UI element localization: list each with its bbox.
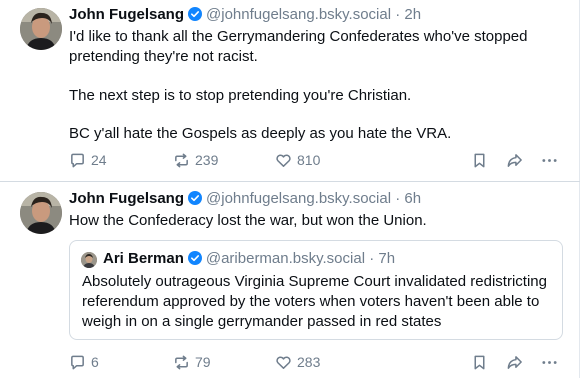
post-time[interactable]: 2h [404, 6, 421, 23]
like-icon [276, 355, 291, 369]
repost-count: 239 [195, 152, 219, 168]
more-options-button[interactable] [541, 352, 563, 372]
author-handle[interactable]: @johnfugelsang.bsky.social [206, 190, 391, 207]
author-name[interactable]: John Fugelsang [69, 190, 184, 207]
post-header: John Fugelsang @johnfugelsang.bsky.social… [69, 189, 421, 209]
post-actions: 6 79 283 [69, 352, 569, 372]
share-icon [507, 153, 522, 167]
separator: · [369, 250, 375, 267]
quote-time[interactable]: 7h [378, 250, 395, 267]
separator: · [395, 6, 401, 23]
bookmark-button[interactable] [471, 150, 493, 170]
post-text-paragraph: How the Confederacy lost the war, but wo… [69, 212, 427, 229]
verified-icon [187, 251, 202, 265]
like-button[interactable]: 810 [275, 150, 320, 170]
repost-icon [175, 153, 188, 167]
more-icon [542, 158, 557, 162]
quote-header: Ari Berman @ariberman.bsky.social · 7h [103, 249, 395, 269]
quote-author-name[interactable]: Ari Berman [103, 250, 184, 267]
like-count: 283 [297, 354, 321, 370]
like-icon [276, 153, 291, 167]
quote-text: Absolutely outrageous Virginia Supreme C… [82, 273, 547, 330]
post-text-paragraph: BC y'all hate the Gospels as deeply as y… [69, 125, 452, 142]
post-time[interactable]: 6h [404, 190, 421, 207]
feed-post[interactable]: John Fugelsang @johnfugelsang.bsky.social… [0, 182, 580, 378]
verified-icon [188, 191, 203, 205]
like-button[interactable]: 283 [275, 352, 320, 372]
post-header: John Fugelsang @johnfugelsang.bsky.social… [69, 5, 421, 25]
share-icon [507, 355, 522, 369]
share-button[interactable] [506, 352, 528, 372]
like-count: 810 [297, 152, 321, 168]
post-text-paragraph: I'd like to thank all the Gerrymandering… [69, 28, 528, 65]
more-icon [542, 360, 557, 364]
quote-avatar [81, 252, 97, 268]
repost-icon [175, 355, 188, 369]
reply-count: 6 [91, 354, 99, 370]
reply-count: 24 [91, 152, 107, 168]
share-button[interactable] [506, 150, 528, 170]
separator: · [395, 190, 401, 207]
repost-count: 79 [195, 354, 211, 370]
avatar[interactable] [20, 8, 62, 50]
feed-post[interactable]: John Fugelsang @johnfugelsang.bsky.social… [0, 0, 580, 182]
repost-button[interactable]: 79 [173, 352, 211, 372]
reply-button[interactable]: 6 [69, 352, 99, 372]
bookmark-icon [474, 355, 485, 369]
author-handle[interactable]: @johnfugelsang.bsky.social [206, 6, 391, 23]
repost-button[interactable]: 239 [173, 150, 218, 170]
quoted-post[interactable]: Ari Berman @ariberman.bsky.social · 7h Ab… [69, 240, 563, 340]
reply-button[interactable]: 24 [69, 150, 107, 170]
bookmark-icon [474, 153, 485, 167]
post-text-paragraph: The next step is to stop pretending you'… [69, 87, 412, 104]
avatar[interactable] [20, 192, 62, 234]
quote-author-handle[interactable]: @ariberman.bsky.social [206, 250, 365, 267]
more-options-button[interactable] [541, 150, 563, 170]
post-actions: 24 239 810 [69, 150, 569, 170]
bookmark-button[interactable] [471, 352, 493, 372]
reply-icon [71, 153, 84, 167]
verified-icon [188, 7, 203, 21]
reply-icon [71, 355, 84, 369]
author-name[interactable]: John Fugelsang [69, 6, 184, 23]
